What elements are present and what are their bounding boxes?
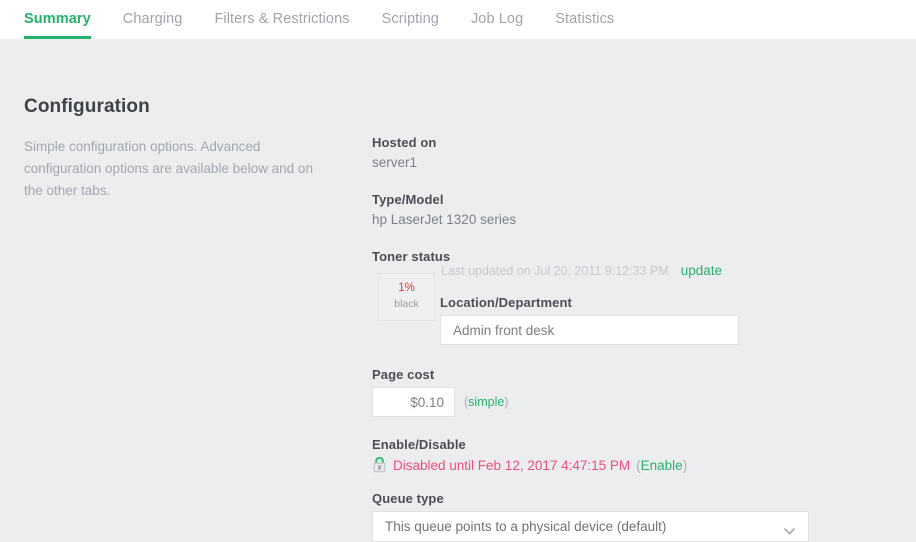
tab-summary[interactable]: Summary xyxy=(24,0,91,39)
tab-scripting-label: Scripting xyxy=(381,11,439,27)
tab-job-log-label: Job Log xyxy=(470,11,524,27)
toner-color-name: black xyxy=(394,298,419,311)
field-queue-type: Queue type This queue points to a physic… xyxy=(372,491,809,542)
enable-action-close: ) xyxy=(682,457,688,473)
location-department-label: Location/Department xyxy=(440,295,572,310)
page-cost-row: (simple) xyxy=(372,387,508,417)
toner-level-gauge: 1% black xyxy=(378,273,435,321)
location-department-input[interactable] xyxy=(440,315,739,345)
toner-percent: 1% xyxy=(398,282,415,295)
enable-action: (Enable) xyxy=(636,458,687,473)
page-title: Configuration xyxy=(24,96,150,117)
hosted-on-label: Hosted on xyxy=(372,135,437,150)
queue-type-select[interactable]: This queue points to a physical device (… xyxy=(372,511,809,542)
enable-disable-row: Disabled until Feb 12, 2017 4:47:15 PM (… xyxy=(372,456,687,473)
hosted-on-value: server1 xyxy=(372,155,418,170)
tab-job-log[interactable]: Job Log xyxy=(471,0,523,27)
tab-scripting[interactable]: Scripting xyxy=(382,0,439,27)
tab-filters-restrictions-label: Filters & Restrictions xyxy=(214,11,350,27)
toner-update-link[interactable]: update xyxy=(681,263,722,278)
configuration-form: Hosted on server1 Type/Model hp LaserJet… xyxy=(372,135,872,345)
page-description: Simple configuration options. Advanced c… xyxy=(24,139,313,198)
queue-type-label: Queue type xyxy=(372,491,444,506)
page-cost-input[interactable] xyxy=(372,387,455,417)
type-model-value: hp LaserJet 1320 series xyxy=(372,212,517,227)
enable-disable-label: Enable/Disable xyxy=(372,437,466,452)
tab-charging-label: Charging xyxy=(122,11,183,27)
field-location-department: Location/Department xyxy=(440,295,740,345)
page-cost-note-close: ) xyxy=(504,395,509,409)
active-tab-indicator xyxy=(24,35,91,39)
page-cost-label: Page cost xyxy=(372,367,435,382)
field-page-cost: Page cost (simple) xyxy=(372,367,508,417)
field-hosted-on: Hosted on server1 xyxy=(372,135,872,170)
page-cost-note: (simple) xyxy=(464,395,508,409)
tab-charging[interactable]: Charging xyxy=(123,0,183,27)
toner-meta: Last updated on Jul 20, 2011 9:12:33 PM … xyxy=(441,263,722,278)
tab-bar: Summary Charging Filters & Restrictions … xyxy=(0,0,916,39)
enable-link[interactable]: Enable xyxy=(641,458,683,473)
field-enable-disable: Enable/Disable Disabled until Feb 12, 20… xyxy=(372,437,687,473)
type-model-label: Type/Model xyxy=(372,192,444,207)
tab-statistics[interactable]: Statistics xyxy=(555,0,614,27)
page-cost-simple-link[interactable]: simple xyxy=(468,395,504,409)
lock-icon xyxy=(372,456,387,473)
intro-column: Configuration Simple configuration optio… xyxy=(24,96,324,202)
toner-status-label: Toner status xyxy=(372,249,451,264)
tab-filters-restrictions[interactable]: Filters & Restrictions xyxy=(214,0,349,27)
enable-disable-status: Disabled until Feb 12, 2017 4:47:15 PM xyxy=(393,457,631,473)
field-type-model: Type/Model hp LaserJet 1320 series xyxy=(372,192,872,227)
tab-statistics-label: Statistics xyxy=(555,11,615,27)
tab-summary-label: Summary xyxy=(24,11,91,27)
queue-type-select-wrap: This queue points to a physical device (… xyxy=(372,511,809,542)
toner-last-updated: Last updated on Jul 20, 2011 9:12:33 PM xyxy=(441,264,669,278)
